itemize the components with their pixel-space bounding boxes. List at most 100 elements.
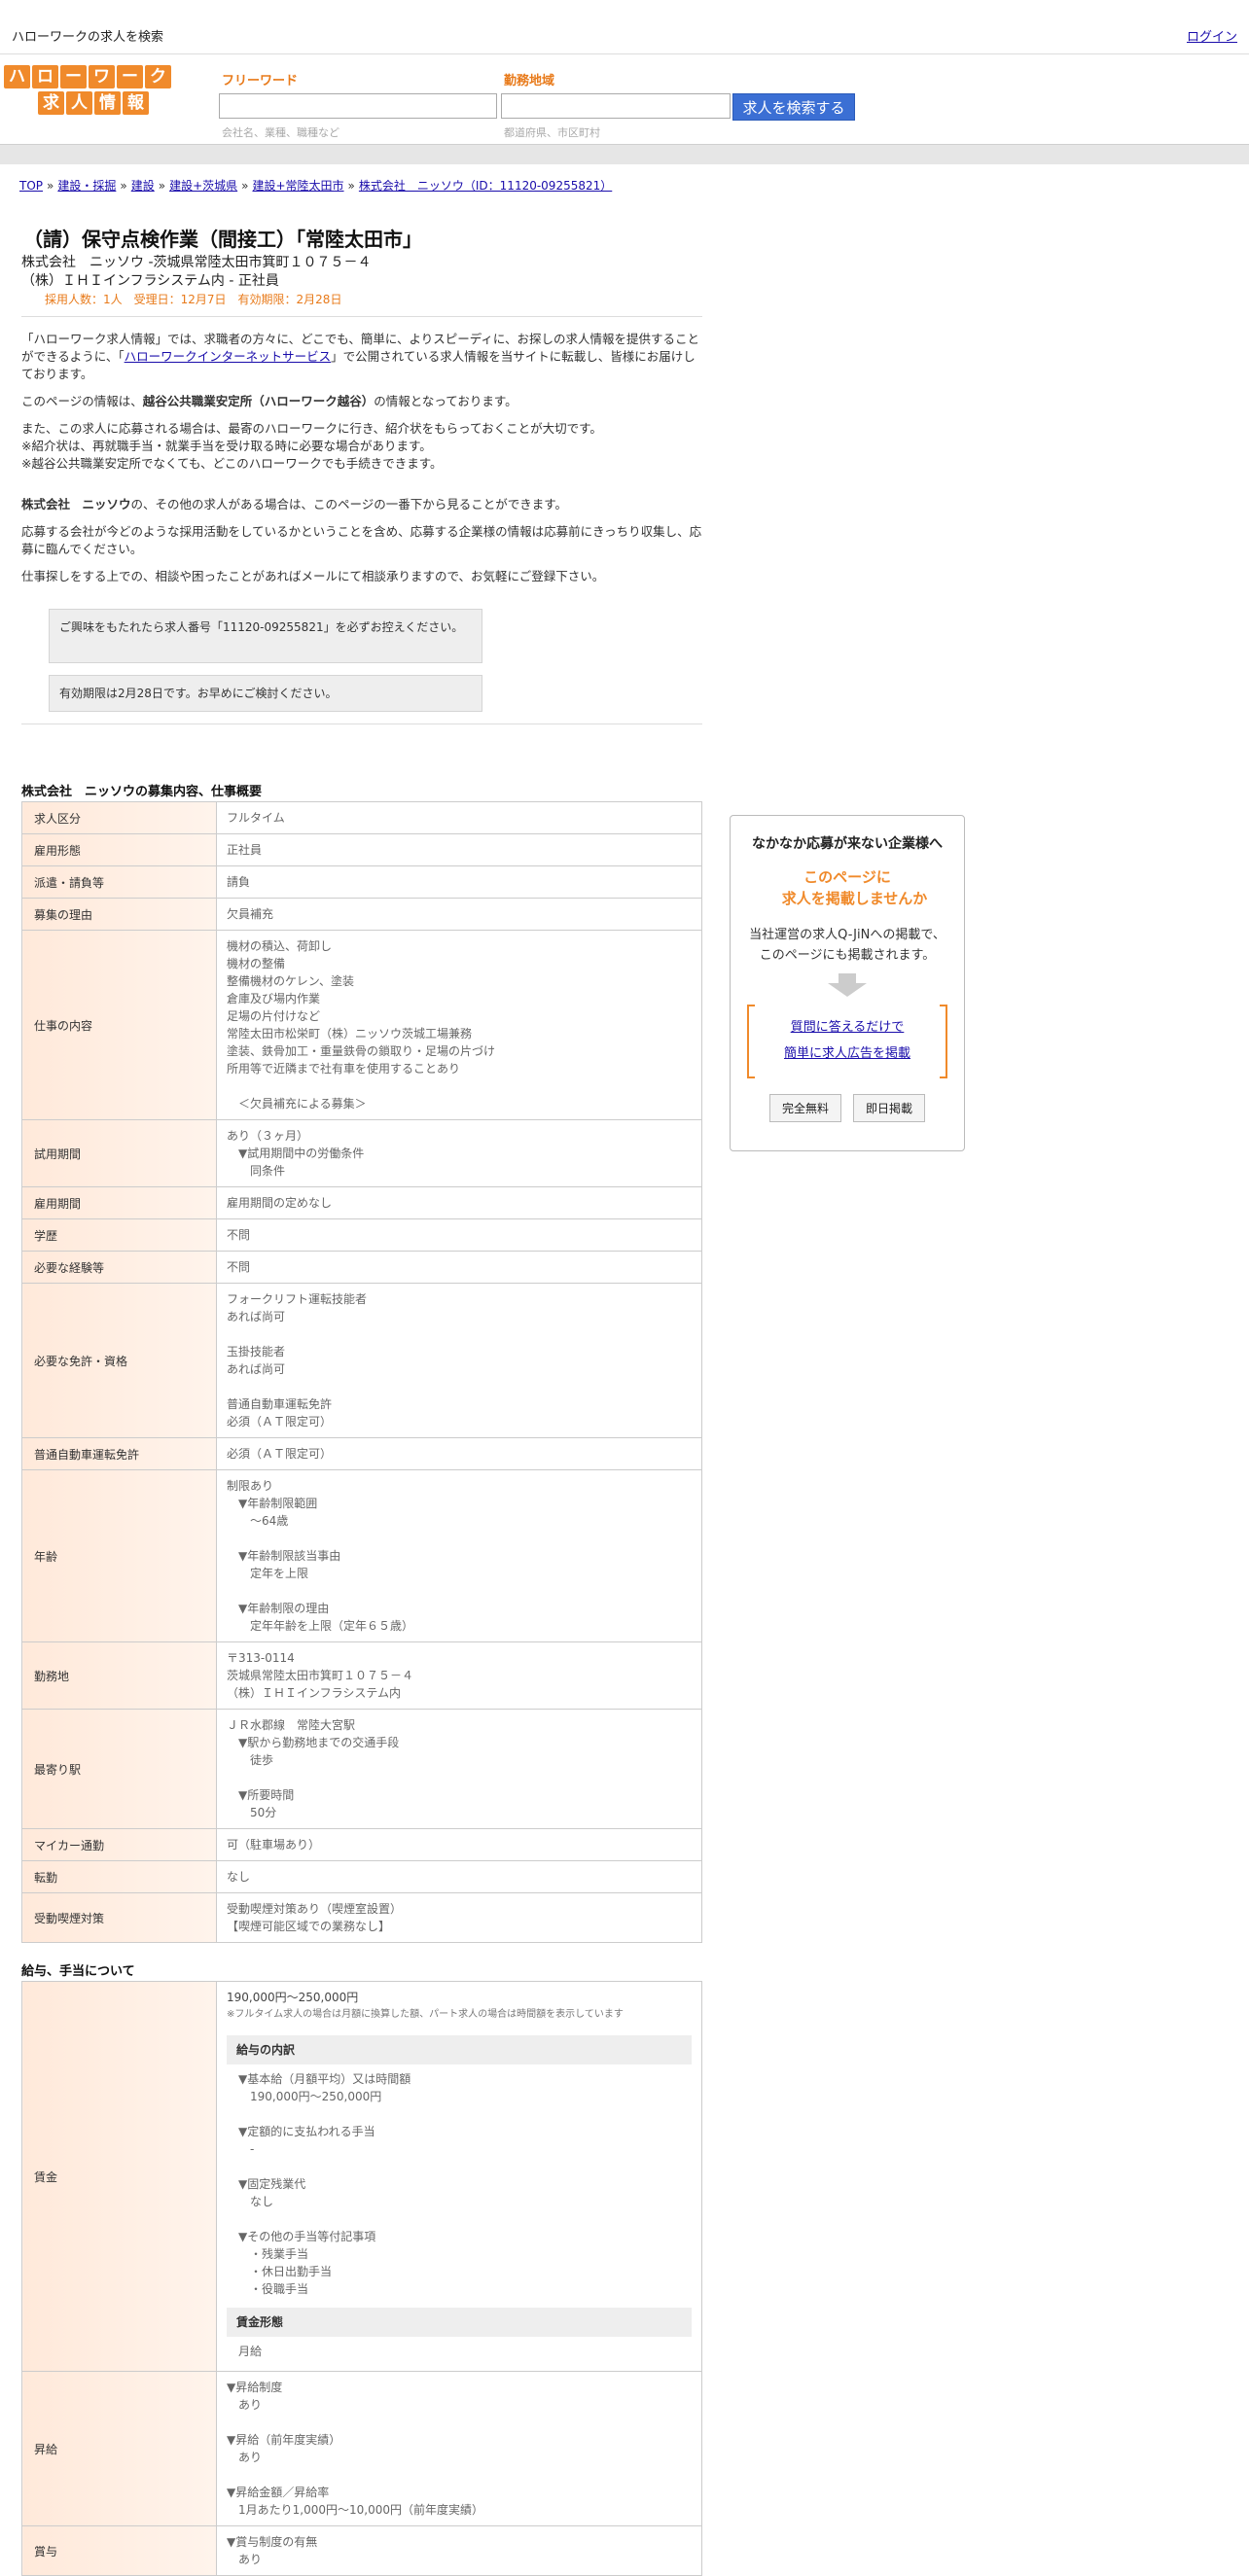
company-line-1: 株式会社 ニッソウ -茨城県常陸太田市箕町１０７５－４ <box>21 255 372 270</box>
breadcrumb-city[interactable]: 建設+常陸太田市 <box>252 179 343 193</box>
job-overview-table: 求人区分 フルタイム 雇用形態 正社員 派遣・請負等 請負 募集の理由 欠員補充 仕事の内容 機材… <box>21 801 702 1943</box>
table-row: 賞与 ▼賞与制度の有無 あり <box>21 2525 702 2576</box>
wage-note: ※フルタイム求人の場合は月額に換算した額、パート求人の場合は時間額を表示していま… <box>227 2009 624 2020</box>
row-value: 雇用期間の定めなし <box>216 1186 702 1219</box>
bonus-value: ▼賞与制度の有無 あり <box>216 2525 702 2576</box>
intro-paragraph-1: 「ハローワーク求人情報」では、求職者の方々に、どこでも、簡単に、よりスピーディに… <box>21 332 700 381</box>
row-key: 受動喫煙対策 <box>21 1892 217 1943</box>
row-key: 雇用形態 <box>21 833 217 866</box>
row-value: フォークリフト運転技能者 あれば尚可 玉掛技能者 あれば尚可 普通自動車運転免許… <box>216 1283 702 1438</box>
company-line-2: （株）ＩＨＩインフラシステム内 - 正社員 <box>21 273 279 289</box>
freeword-input[interactable] <box>219 93 497 119</box>
logo-char: ロ <box>32 65 58 88</box>
logo-char: 報 <box>123 91 149 115</box>
row-key: 必要な経験等 <box>21 1251 217 1284</box>
site-logo[interactable]: ハローワーク 求人情報 <box>4 65 175 118</box>
hellowork-internet-service-link[interactable]: ハローワークインターネットサービス <box>125 349 332 364</box>
row-key: 学歴 <box>21 1218 217 1252</box>
table-row: 勤務地 〒313-0114 茨城県常陸太田市箕町１０７５－４ （株）ＩＨＩインフラ… <box>21 1641 702 1710</box>
logo-char: ー <box>60 65 87 88</box>
row-key: 仕事の内容 <box>21 930 217 1120</box>
site-title: ハローワークの求人を検索 <box>12 30 164 45</box>
breadcrumb-top[interactable]: TOP <box>19 179 43 193</box>
table-row: 転勤 なし <box>21 1860 702 1893</box>
row-key: 転勤 <box>21 1860 217 1893</box>
intro-paragraph-5: 応募する会社が今どのような採用活動をしているかということを含め、応募する企業様の… <box>21 524 702 556</box>
wage-breakdown: ▼基本給（月額平均）又は時間額 190,000円〜250,000円 ▼定額的に支… <box>238 2072 411 2296</box>
row-value: 必須（ＡＴ限定可） <box>216 1437 702 1470</box>
table-row: 仕事の内容 機材の積込、荷卸し 機材の整備 整備機材のケレン、塗装 倉庫及び場内作… <box>21 930 702 1120</box>
ad-heading: なかなか応募が来ない企業様へ <box>752 836 943 852</box>
row-value: 不問 <box>216 1251 702 1284</box>
breadcrumb-subcategory[interactable]: 建設 <box>131 179 155 193</box>
wage-breakdown-heading: 給与の内訳 <box>227 2035 692 2064</box>
logo-char: 求 <box>38 91 64 115</box>
breadcrumb-category[interactable]: 建設・採掘 <box>57 179 116 193</box>
raise-key: 昇給 <box>21 2371 217 2526</box>
row-value: なし <box>216 1860 702 1893</box>
row-key: マイカー通勤 <box>21 1828 217 1861</box>
ad-link-post-job[interactable]: 簡単に求人広告を掲載 <box>784 1046 910 1061</box>
row-value: 受動喫煙対策あり（喫煙室設置） 【喫煙可能区域での業務なし】 <box>216 1892 702 1943</box>
breadcrumb-company[interactable]: 株式会社 ニッソウ（ID：11120-09255821） <box>359 179 612 193</box>
free-button[interactable]: 完全無料 <box>768 1094 841 1122</box>
bonus-key: 賞与 <box>21 2525 217 2576</box>
login-link[interactable]: ログイン <box>1187 26 1237 45</box>
table-row: 必要な免許・資格 フォークリフト運転技能者 あれば尚可 玉掛技能者 あれば尚可 普… <box>21 1283 702 1438</box>
intro-paragraph-6: 仕事探しをする上での、相談や困ったことがあればメールにて相談承りますので、お気軽… <box>21 569 605 583</box>
table-row: 学歴 不問 <box>21 1218 702 1252</box>
table-row: 普通自動車運転免許 必須（ＡＴ限定可） <box>21 1437 702 1470</box>
table-row: 雇用形態 正社員 <box>21 833 702 866</box>
header-divider <box>0 144 1249 164</box>
row-value: ＪＲ水郡線 常陸大宮駅 ▼駅から勤務地までの交通手段 徒歩 ▼所要時間 50分 <box>216 1709 702 1829</box>
table-row: 昇給 ▼昇給制度 あり ▼昇給（前年度実績） あり ▼昇給金額／昇給率 1月あた… <box>21 2371 702 2526</box>
wage-form: 月給 <box>227 2345 263 2358</box>
area-input[interactable] <box>501 93 731 119</box>
wage-range: 190,000円〜250,000円 <box>227 1991 359 2004</box>
area-label: 勤務地域 <box>504 74 555 88</box>
row-key: 募集の理由 <box>21 898 217 931</box>
table-row: 受動喫煙対策 受動喫煙対策あり（喫煙室設置） 【喫煙可能区域での業務なし】 <box>21 1892 702 1943</box>
ad-links: 質問に答えるだけで 簡単に求人広告を掲載 <box>747 1005 947 1078</box>
row-value: フルタイム <box>216 801 702 834</box>
table-row: 年齢 制限あり ▼年齢制限範囲 〜64歳 ▼年齢制限該当事由 定年を上限 ▼年齢制… <box>21 1469 702 1642</box>
table-row: 求人区分 フルタイム <box>21 801 702 834</box>
job-number-notice: ご興味をもたれたら求人番号「11120-09255821」を必ずお控えください。 <box>49 609 482 663</box>
top-bar: ハローワークの求人を検索 ログイン <box>0 0 1249 54</box>
row-key: 最寄り駅 <box>21 1709 217 1829</box>
wage-value: 190,000円〜250,000円 ※フルタイム求人の場合は月額に換算した額、パ… <box>216 1981 702 2372</box>
table-row: 必要な経験等 不問 <box>21 1251 702 1284</box>
divider <box>21 723 702 724</box>
raise-value: ▼昇給制度 あり ▼昇給（前年度実績） あり ▼昇給金額／昇給率 1月あたり1,… <box>216 2371 702 2526</box>
wage-key: 賃金 <box>21 1981 217 2372</box>
table-row: 賃金 190,000円〜250,000円 ※フルタイム求人の場合は月額に換算した… <box>21 1981 702 2372</box>
freeword-label: フリーワード <box>222 74 299 88</box>
section-title-overview: 株式会社 ニッソウの募集内容、仕事概要 <box>21 785 263 799</box>
row-value: 可（駐車場あり） <box>216 1828 702 1861</box>
row-value: 機材の積込、荷卸し 機材の整備 整備機材のケレン、塗装 倉庫及び場内作業 足場の… <box>216 930 702 1120</box>
search-button[interactable]: 求人を検索する <box>732 93 855 121</box>
ad-link-answer-questions[interactable]: 質問に答えるだけで <box>791 1020 905 1035</box>
logo-char: ー <box>117 65 143 88</box>
logo-char: ワ <box>89 65 115 88</box>
breadcrumb-prefecture[interactable]: 建設+茨城県 <box>169 179 237 193</box>
row-key: 勤務地 <box>21 1641 217 1710</box>
job-meta: 採用人数：1人 受理日：12月7日 有効期限：2月28日 <box>45 293 342 306</box>
intro-paragraph-4: 株式会社 ニッソウの、その他の求人がある場合は、このページの一番下から見ることが… <box>21 497 568 512</box>
table-row: 雇用期間 雇用期間の定めなし <box>21 1186 702 1219</box>
same-day-button[interactable]: 即日掲載 <box>853 1094 926 1122</box>
ad-highlight: このページに 求人を掲載しませんか <box>767 868 928 907</box>
intro-paragraph-2: このページの情報は、越谷公共職業安定所（ハローワーク越谷）の情報となっております… <box>21 394 517 408</box>
wage-form-heading: 賃金形態 <box>227 2308 692 2337</box>
row-key: 派遣・請負等 <box>21 865 217 899</box>
table-row: 募集の理由 欠員補充 <box>21 898 702 931</box>
row-value: 〒313-0114 茨城県常陸太田市箕町１０７５－４ （株）ＩＨＩインフラシステ… <box>216 1641 702 1710</box>
row-value: 欠員補充 <box>216 898 702 931</box>
search-header: ハローワーク 求人情報 フリーワード 会社名、業種、職種など 勤務地域 都道府県… <box>0 54 1249 140</box>
row-value: 請負 <box>216 865 702 899</box>
wage-table: 賃金 190,000円〜250,000円 ※フルタイム求人の場合は月額に換算した… <box>21 1981 702 2576</box>
logo-char: 情 <box>94 91 121 115</box>
row-value: 不問 <box>216 1218 702 1252</box>
main-content: （請）保守点検作業（間接工）「常陸太田市」 株式会社 ニッソウ -茨城県常陸太田… <box>21 224 702 2576</box>
breadcrumb: TOP» 建設・採掘» 建設» 建設+茨城県» 建設+常陸太田市» 株式会社 ニッソウ（I… <box>19 179 613 193</box>
